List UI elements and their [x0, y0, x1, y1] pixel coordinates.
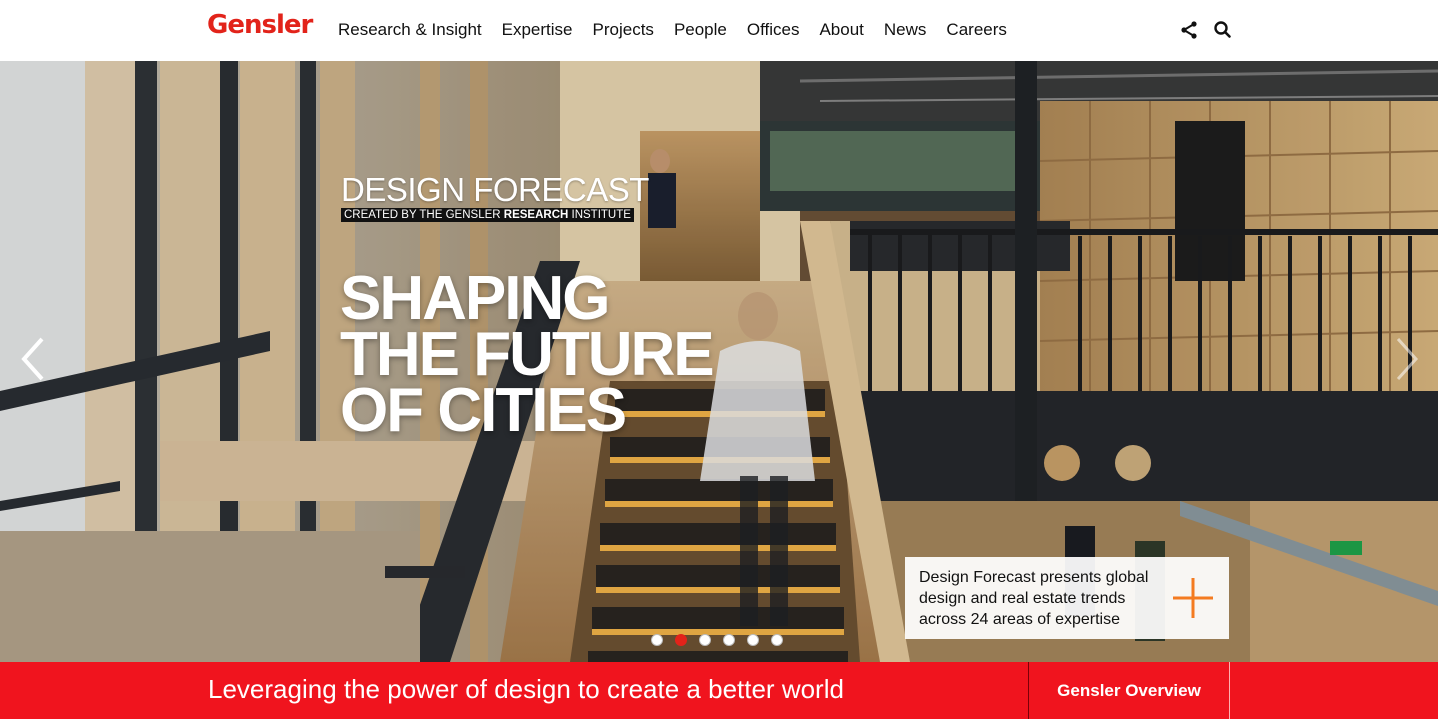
plus-icon[interactable] [1171, 576, 1215, 620]
headline-line-3: OF CITIES [340, 376, 627, 445]
nav-people[interactable]: People [674, 20, 727, 40]
tagline-text: Leveraging the power of design to create… [208, 674, 844, 704]
slide-dot-2[interactable] [675, 634, 687, 646]
subtitle-text-bold: RESEARCH [503, 209, 569, 221]
slide-dot-3[interactable] [699, 634, 711, 646]
next-slide-arrow-icon[interactable] [1392, 335, 1422, 383]
design-forecast-title: DESIGN FORECAST [341, 171, 649, 208]
main-nav: Research & Insight Expertise Projects Pe… [338, 20, 1007, 40]
nav-about[interactable]: About [819, 20, 863, 40]
nav-offices[interactable]: Offices [747, 20, 800, 40]
slide-dot-1[interactable] [651, 634, 663, 646]
nav-projects[interactable]: Projects [593, 20, 654, 40]
site-header: Gensler Research & Insight Expertise Pro… [0, 0, 1438, 61]
slide-dot-4[interactable] [723, 634, 735, 646]
slide-dot-5[interactable] [747, 634, 759, 646]
headline-line-1: SHAPING [340, 264, 610, 333]
gensler-overview-button[interactable]: Gensler Overview [1028, 662, 1230, 719]
tagline-bar: Leveraging the power of design to create… [0, 662, 1438, 719]
carousel-pagination [651, 634, 783, 646]
nav-expertise[interactable]: Expertise [502, 20, 573, 40]
headline-line-2: THE FUTURE [340, 320, 715, 389]
nav-news[interactable]: News [884, 20, 927, 40]
slide-dot-6[interactable] [771, 634, 783, 646]
design-forecast-subtitle: CREATED BY THE GENSLER RESEARCH INSTITUT… [341, 208, 634, 222]
share-icon[interactable] [1179, 20, 1199, 40]
page: Gensler Research & Insight Expertise Pro… [0, 0, 1438, 719]
subtitle-text-pre: CREATED BY THE GENSLER [344, 209, 504, 221]
promo-text: Design Forecast presents global design a… [919, 569, 1149, 628]
search-icon[interactable] [1213, 20, 1233, 40]
subtitle-text-post: INSTITUTE [568, 209, 631, 221]
prev-slide-arrow-icon[interactable] [18, 335, 48, 383]
gensler-logo[interactable]: Gensler [207, 10, 313, 40]
design-forecast-promo[interactable]: Design Forecast presents global design a… [905, 557, 1229, 639]
hero-headline: SHAPING THE FUTURE OF CITIES [340, 264, 760, 445]
nav-careers[interactable]: Careers [946, 20, 1006, 40]
nav-research-insight[interactable]: Research & Insight [338, 20, 482, 40]
